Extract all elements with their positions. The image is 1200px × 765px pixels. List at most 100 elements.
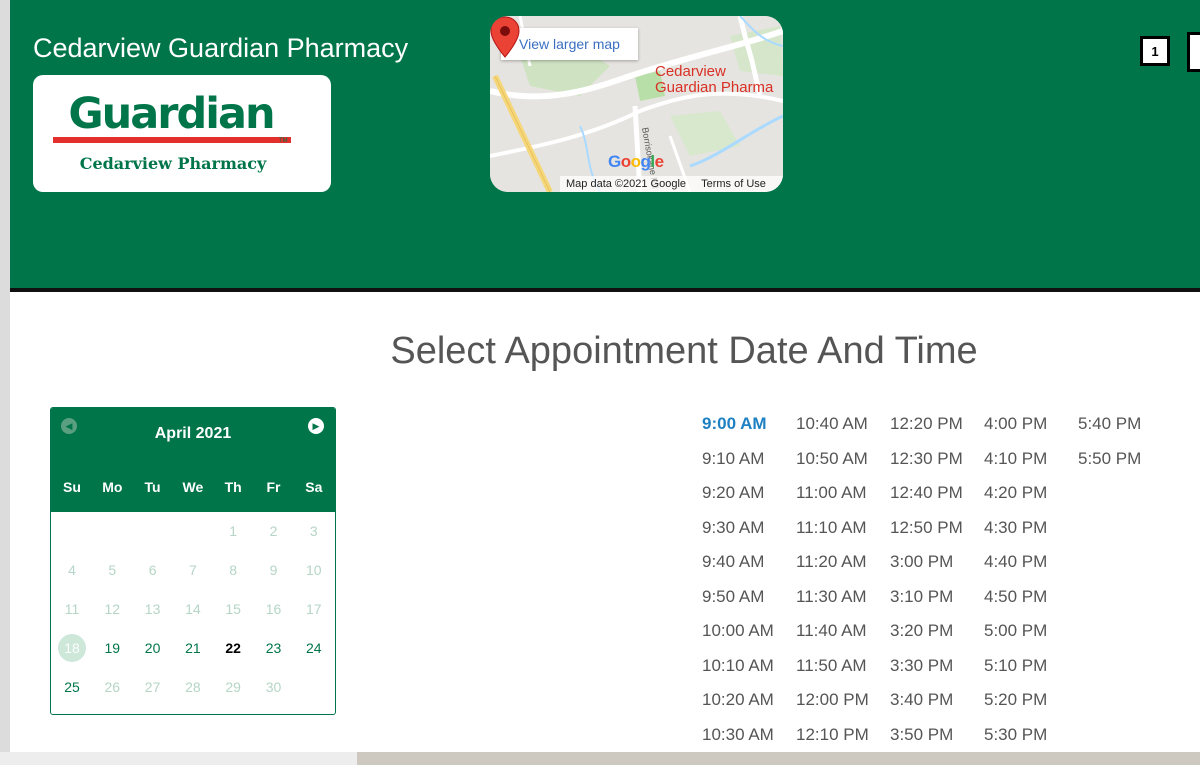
calendar-day-5: 5	[108, 562, 117, 578]
calendar-day-2: 2	[269, 523, 278, 539]
calendar-day-4: 4	[68, 562, 76, 578]
time-slot[interactable]: 12:40 PM	[890, 483, 963, 503]
time-slot[interactable]: 11:10 AM	[796, 518, 867, 538]
time-slot[interactable]: 10:10 AM	[702, 656, 774, 676]
logo-wordmark: Guardian	[68, 89, 275, 139]
page-next-button[interactable]	[1187, 32, 1200, 72]
chevron-right-icon[interactable]: ▶	[308, 418, 324, 434]
calendar-day-21[interactable]: 21	[179, 634, 207, 662]
logo-subtitle: Cedarview Pharmacy	[79, 154, 267, 173]
calendar-day-24[interactable]: 24	[300, 634, 328, 662]
time-slot[interactable]: 3:50 PM	[890, 725, 953, 745]
bottom-image-strip	[357, 752, 1200, 765]
calendar-day-27: 27	[144, 679, 161, 695]
date-picker: ◀ April 2021 ▶ Su Mo Tu We Th Fr Sa 1234567891…	[50, 407, 336, 715]
time-slot[interactable]: 11:40 AM	[796, 621, 867, 641]
calendar-day-17: 17	[306, 601, 322, 617]
time-slot[interactable]: 4:20 PM	[984, 483, 1047, 503]
time-slot[interactable]: 12:10 PM	[796, 725, 869, 745]
time-slot[interactable]: 10:20 AM	[702, 690, 774, 710]
calendar-day-28: 28	[185, 679, 201, 695]
time-slot[interactable]: 11:50 AM	[796, 656, 867, 676]
time-slot[interactable]: 10:30 AM	[702, 725, 774, 745]
calendar-day-30: 30	[265, 679, 282, 695]
time-slot[interactable]: 9:00 AM	[702, 414, 767, 434]
time-slot[interactable]: 3:40 PM	[890, 690, 953, 710]
time-slot[interactable]: 9:30 AM	[702, 518, 764, 538]
weekday-we: We	[182, 479, 204, 495]
calendar-day-3: 3	[309, 523, 318, 539]
weekday-sa: Sa	[305, 479, 323, 495]
pharmacy-logo: Guardian TM Cedarview Pharmacy	[33, 75, 331, 192]
calendar-day-20[interactable]: 20	[139, 634, 167, 662]
time-slot[interactable]: 5:20 PM	[984, 690, 1047, 710]
time-slot[interactable]: 9:40 AM	[702, 552, 764, 572]
time-slot[interactable]: 10:50 AM	[796, 449, 868, 469]
calendar-day-16: 16	[265, 601, 282, 617]
appointment-section: Select Appointment Date And Time ◀ April…	[10, 292, 1200, 752]
map-place-label[interactable]: Cedarview Guardian Pharma	[655, 64, 773, 96]
map-terms-link[interactable]: Terms of Use	[701, 178, 766, 190]
time-slot[interactable]: 12:30 PM	[890, 449, 963, 469]
pharmacy-name: Cedarview Guardian Pharmacy	[33, 33, 409, 63]
page-title: Select Appointment Date And Time	[390, 330, 978, 372]
weekday-mo: Mo	[102, 479, 123, 495]
calendar-day-22[interactable]: 22	[219, 634, 247, 662]
calendar-day-29: 29	[225, 679, 241, 695]
time-slot[interactable]: 12:20 PM	[890, 414, 963, 434]
calendar-day-15: 15	[225, 601, 241, 617]
time-slot[interactable]: 9:10 AM	[702, 449, 764, 469]
time-slot[interactable]: 11:30 AM	[796, 587, 867, 607]
time-slot[interactable]: 3:10 PM	[890, 587, 953, 607]
view-larger-map-button[interactable]: View larger map	[501, 28, 638, 60]
time-slot[interactable]: 10:00 AM	[702, 621, 774, 641]
calendar-day-10: 10	[306, 562, 322, 578]
weekday-tu: Tu	[144, 479, 161, 495]
calendar-day-14: 14	[185, 601, 201, 617]
calendar-day-12: 12	[104, 601, 121, 617]
calendar-day-6: 6	[148, 562, 157, 578]
time-slot[interactable]: 4:30 PM	[984, 518, 1047, 538]
time-slot[interactable]: 3:00 PM	[890, 552, 953, 572]
time-slot[interactable]: 5:40 PM	[1078, 414, 1141, 434]
time-slot[interactable]: 12:50 PM	[890, 518, 963, 538]
weekday-th: Th	[224, 479, 242, 495]
time-slot[interactable]: 9:20 AM	[702, 483, 764, 503]
time-slot[interactable]: 10:40 AM	[796, 414, 868, 434]
time-slot[interactable]: 4:10 PM	[984, 449, 1047, 469]
calendar-day-8: 8	[229, 562, 238, 578]
time-slot[interactable]: 5:00 PM	[984, 621, 1047, 641]
time-slot[interactable]: 3:20 PM	[890, 621, 953, 641]
calendar-day-1: 1	[229, 523, 238, 539]
calendar-day-23[interactable]: 23	[260, 634, 288, 662]
time-slot[interactable]: 4:50 PM	[984, 587, 1047, 607]
time-slot[interactable]: 5:10 PM	[984, 656, 1047, 676]
calendar-day-26: 26	[104, 679, 121, 695]
page-1-button[interactable]: 1	[1140, 36, 1170, 66]
time-slot[interactable]: 12:00 PM	[796, 690, 869, 710]
logo-trademark: TM	[279, 138, 288, 144]
logo-red-bar	[53, 137, 291, 143]
calendar-day-19[interactable]: 19	[98, 634, 126, 662]
time-slot[interactable]: 3:30 PM	[890, 656, 953, 676]
time-slot[interactable]: 4:00 PM	[984, 414, 1047, 434]
calendar-header: ◀ April 2021 ▶ Su Mo Tu We Th Fr Sa	[51, 408, 335, 512]
weekday-su: Su	[63, 479, 81, 495]
calendar-day-7: 7	[188, 562, 197, 578]
map-attribution: Map data ©2021 Google Terms of Use	[560, 176, 783, 192]
calendar-day-25[interactable]: 25	[58, 673, 86, 701]
map-pin-icon[interactable]	[490, 16, 520, 58]
calendar-weekdays: Su Mo Tu We Th Fr Sa	[51, 479, 335, 499]
time-slot[interactable]: 4:40 PM	[984, 552, 1047, 572]
left-edge-strip	[0, 0, 10, 765]
google-logo: Google	[608, 152, 664, 171]
time-slot[interactable]: 11:00 AM	[796, 483, 867, 503]
map-embed[interactable]: Borrisokane Rd View larger map Cedarview…	[490, 16, 783, 192]
time-slot[interactable]: 11:20 AM	[796, 552, 867, 572]
calendar-day-11: 11	[64, 601, 80, 617]
calendar-day-18[interactable]: 18	[58, 634, 86, 662]
map-data-text: Map data ©2021 Google	[566, 178, 687, 190]
time-slot[interactable]: 9:50 AM	[702, 587, 764, 607]
time-slot[interactable]: 5:30 PM	[984, 725, 1047, 745]
time-slot[interactable]: 5:50 PM	[1078, 449, 1141, 469]
